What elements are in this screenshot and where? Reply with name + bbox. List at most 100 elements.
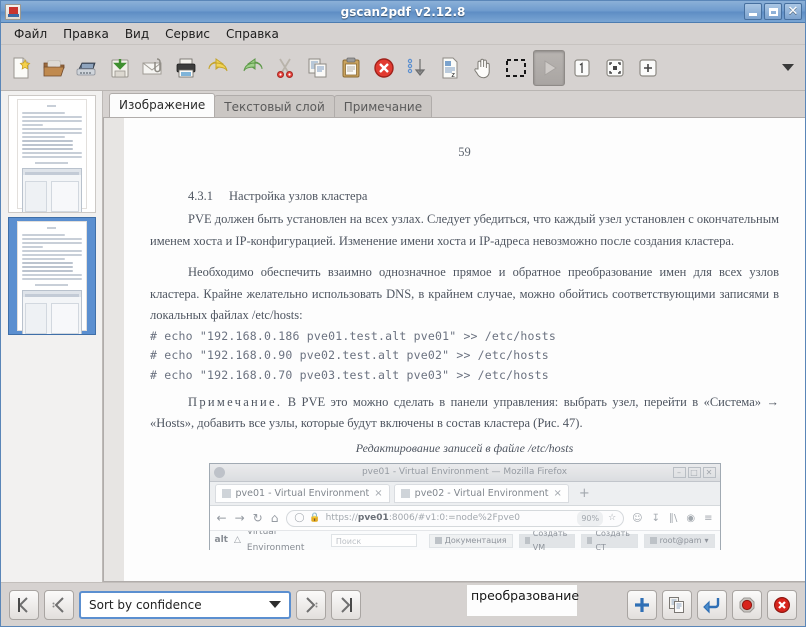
apply-button[interactable] [697,589,727,620]
redo-button[interactable] [236,50,268,86]
open-folder-icon [42,56,66,80]
chevron-down-icon [269,601,281,608]
zoom-fit-button[interactable] [599,50,631,86]
ocr-editor-toolbar: Sort by confidence [1,582,805,626]
copy-button[interactable] [302,50,334,86]
record-stop-icon [737,595,757,615]
window-controls: ✕ [744,3,805,20]
previous-page-button[interactable] [44,589,74,620]
email-attachment-icon [141,56,165,80]
embedded-zoom-level: 90% [577,510,604,527]
embedded-tab-2-label: pve02 - Virtual Environment [414,487,549,499]
ocr-button[interactable]: z [434,50,466,86]
tab-image[interactable]: Изображение [109,93,216,117]
tab-text-layer[interactable]: Текстовый слой [214,95,335,117]
ocr-word-edit-input[interactable]: преобразование [466,584,579,617]
duplicate-word-button[interactable] [662,589,692,620]
pocket-icon: ☺ [632,512,643,524]
go-previous-icon [49,595,69,615]
email-button[interactable] [137,50,169,86]
document-code-line-1: # echo "192.168.0.186 pve01.test.alt pve… [150,328,557,343]
new-document-button[interactable] [5,50,37,86]
last-page-button[interactable] [331,589,361,620]
thumbnail-page-preview [16,99,87,212]
hand-pan-icon [471,56,495,80]
page-thumbnail-list[interactable] [1,91,103,582]
embedded-url: https://pve01:8006/#v1:0:=node%2Fpve0 [325,512,520,523]
lock-icon: 🔒 [309,512,321,523]
paste-button[interactable] [335,50,367,86]
go-first-icon [14,595,34,615]
embedded-home-icon: ⌂ [270,511,279,526]
embedded-pve-header: alt △ Virtual Environment Поиск Документ… [209,531,720,551]
window-title: gscan2pdf v2.12.8 [340,4,466,19]
zoom-fit-icon [603,56,627,80]
add-word-button[interactable] [627,589,657,620]
scanned-page-content: 59 4.3.1 Настройка узлов кластера PVE дол… [124,118,805,551]
view-tabs: Изображение Текстовый слой Примечание [103,91,805,117]
tab-annotation[interactable]: Примечание [333,95,433,117]
delete-word-button[interactable] [732,589,762,620]
alt-logo: alt [214,535,228,546]
menu-help[interactable]: Справка [219,25,286,43]
sort-descending-icon [405,56,429,80]
apply-enter-icon [702,595,722,615]
minimize-button[interactable] [744,3,762,20]
next-page-button[interactable] [296,589,326,620]
embedded-extensions: ☺ ↧ ∥\ ◉ ≡ [632,510,712,527]
embedded-forward-icon: → [234,511,245,526]
menu-file[interactable]: Файл [7,25,54,43]
menu-edit[interactable]: Правка [56,25,116,43]
title-bar: gscan2pdf v2.12.8 ✕ [1,1,805,23]
page-thumbnail-1[interactable] [7,95,96,213]
undo-button[interactable] [203,50,235,86]
heading-number: 4.3.1 [188,188,213,203]
site-favicon [221,489,231,499]
print-button[interactable] [170,50,202,86]
document-code-line-3: # echo "192.168.0.70 pve03.test.alt pve0… [150,368,549,383]
sort-button[interactable] [401,50,433,86]
zoom-in-button[interactable] [632,50,664,86]
first-page-button[interactable] [9,589,39,620]
embedded-docs-button: Документация [428,533,513,548]
embedded-tab-2-close-icon: × [553,488,562,500]
thumbnail-page-preview [16,221,87,334]
page-thumbnail-2[interactable] [7,217,96,335]
pve-logo-icon: △ [233,535,241,546]
selection-button[interactable] [500,50,532,86]
close-button[interactable]: ✕ [784,3,802,20]
menu-view[interactable]: Вид [118,25,156,43]
toolbar-overflow-button[interactable] [775,50,801,86]
maximize-button[interactable] [764,3,782,20]
ocr-page-icon: z [438,56,462,80]
delete-button[interactable] [368,50,400,86]
embedded-tab-2: pve02 - Virtual Environment × [393,484,569,504]
embedded-minimize-icon: – [672,467,686,479]
embedded-title-bar: pve01 - Virtual Environment — Mozilla Fi… [209,464,720,483]
content-area: Изображение Текстовый слой Примечание 59… [1,91,805,582]
downloads-icon: ↧ [651,512,660,524]
cut-button[interactable] [269,50,301,86]
zoom-100-icon [570,56,594,80]
cancel-icon [772,595,792,615]
document-page-number: 59 [458,145,471,159]
container-icon [587,537,593,545]
sort-order-select[interactable]: Sort by confidence [79,590,291,619]
menu-tools[interactable]: Сервис [158,25,217,43]
pan-button[interactable] [467,50,499,86]
note-lead: Примечание. [188,394,283,409]
run-ocr-button[interactable] [533,49,565,86]
page-viewer[interactable]: 59 4.3.1 Настройка узлов кластера PVE дол… [103,117,805,582]
cancel-button[interactable] [767,589,797,620]
new-document-icon [9,56,33,80]
zoom-100-button[interactable] [566,50,598,86]
embedded-create-vm-button: Создать VM [518,531,576,550]
sort-order-value: Sort by confidence [89,597,202,612]
open-button[interactable] [38,50,70,86]
save-button[interactable] [104,50,136,86]
scan-button[interactable] [71,50,103,86]
paste-icon [339,56,363,80]
document-paragraph-1: PVE должен быть установлен на всех узлах… [150,212,779,248]
embedded-user-menu: root@pam ▾ [643,533,715,548]
site-favicon [400,489,410,499]
